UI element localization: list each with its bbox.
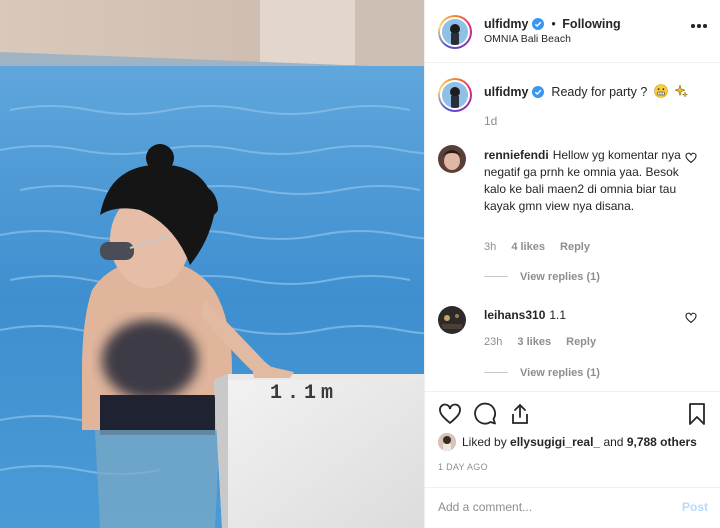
comment-icon[interactable] xyxy=(473,402,497,426)
post-side-panel: ulfidmy • Following OMNIA Bali Beach ulf… xyxy=(424,0,720,528)
heart-icon[interactable] xyxy=(438,402,462,426)
post-date[interactable]: 1 DAY AGO xyxy=(438,462,488,472)
share-icon[interactable] xyxy=(508,402,532,426)
caption-timestamp[interactable]: 1d xyxy=(484,114,497,128)
commenter-avatar-image xyxy=(438,145,466,173)
bookmark-icon[interactable] xyxy=(685,402,709,426)
sparkles-emoji xyxy=(674,84,689,101)
caption-author-avatar[interactable] xyxy=(438,78,472,112)
view-replies-label: View replies (1) xyxy=(520,271,600,283)
author-avatar-image xyxy=(442,19,468,45)
caption-text: Ready for party ? xyxy=(551,85,648,99)
post-header: ulfidmy • Following OMNIA Bali Beach xyxy=(425,0,720,63)
commenter-avatar-image xyxy=(438,306,466,334)
more-horizontal-icon[interactable] xyxy=(691,24,707,30)
separator-dot: • xyxy=(551,17,556,31)
liked-by-and: and xyxy=(603,435,624,449)
add-comment-bar: Add a comment... Post xyxy=(425,487,720,528)
verified-badge-icon xyxy=(531,86,544,101)
following-button[interactable]: Following xyxy=(562,17,620,31)
post-actions: Liked by ellysugigi_real_ and 9,788 othe… xyxy=(425,391,720,487)
grimacing-face-emoji xyxy=(653,84,668,101)
replies-divider xyxy=(484,372,508,373)
liked-by-summary: Liked by ellysugigi_real_ and 9,788 othe… xyxy=(438,433,697,451)
pool-depth-sign: 1.1m xyxy=(270,382,338,405)
comment-username[interactable]: leihans310 xyxy=(484,308,545,322)
comment-meta: 23h 3 likes Reply xyxy=(484,336,608,348)
commenter-avatar[interactable] xyxy=(438,145,466,173)
instagram-post: 1.1m ulfidmy • Following OMNIA Bali Beac… xyxy=(0,0,720,528)
comment-text: 1.1 xyxy=(549,308,567,322)
comment-likes[interactable]: 3 likes xyxy=(517,336,551,348)
caption-avatar-image xyxy=(442,82,468,108)
comment-like-heart-icon[interactable] xyxy=(685,312,697,324)
comment-like-heart-icon[interactable] xyxy=(685,152,697,164)
header-user-line: ulfidmy • Following xyxy=(484,17,621,33)
add-comment-input[interactable]: Add a comment... xyxy=(438,500,532,514)
comment-reply-button[interactable]: Reply xyxy=(566,336,596,348)
pool-photo-illustration: 1.1m xyxy=(0,0,424,528)
comment-time[interactable]: 3h xyxy=(484,241,496,253)
liker-avatar[interactable] xyxy=(438,433,456,451)
comment-username[interactable]: renniefendi xyxy=(484,148,549,162)
view-replies-label: View replies (1) xyxy=(520,367,600,379)
post-caption: ulfidmy Ready for party ? xyxy=(484,84,689,101)
liked-by-others[interactable]: 9,788 others xyxy=(627,435,697,449)
liked-by-user[interactable]: ellysugigi_real_ xyxy=(510,435,600,449)
liked-by-prefix: Liked by xyxy=(462,435,507,449)
comment-body: renniefendi Hellow yg komentar nya negati… xyxy=(484,147,684,215)
comment-meta: 3h 4 likes Reply xyxy=(484,241,602,253)
view-replies-button[interactable]: View replies (1) xyxy=(484,271,600,283)
comment-body: leihans310 1.1 xyxy=(484,307,684,324)
replies-divider xyxy=(484,276,508,277)
view-replies-button[interactable]: View replies (1) xyxy=(484,367,600,379)
author-avatar[interactable] xyxy=(438,15,472,49)
comment-likes[interactable]: 4 likes xyxy=(511,241,545,253)
verified-badge-icon xyxy=(531,18,544,33)
post-comment-button[interactable]: Post xyxy=(682,500,708,514)
comment-time[interactable]: 23h xyxy=(484,336,502,348)
location-link[interactable]: OMNIA Bali Beach xyxy=(484,33,571,45)
author-username[interactable]: ulfidmy xyxy=(484,17,528,31)
comment-reply-button[interactable]: Reply xyxy=(560,241,590,253)
commenter-avatar[interactable] xyxy=(438,306,466,334)
post-photo[interactable]: 1.1m xyxy=(0,0,424,528)
caption-username[interactable]: ulfidmy xyxy=(484,85,528,99)
